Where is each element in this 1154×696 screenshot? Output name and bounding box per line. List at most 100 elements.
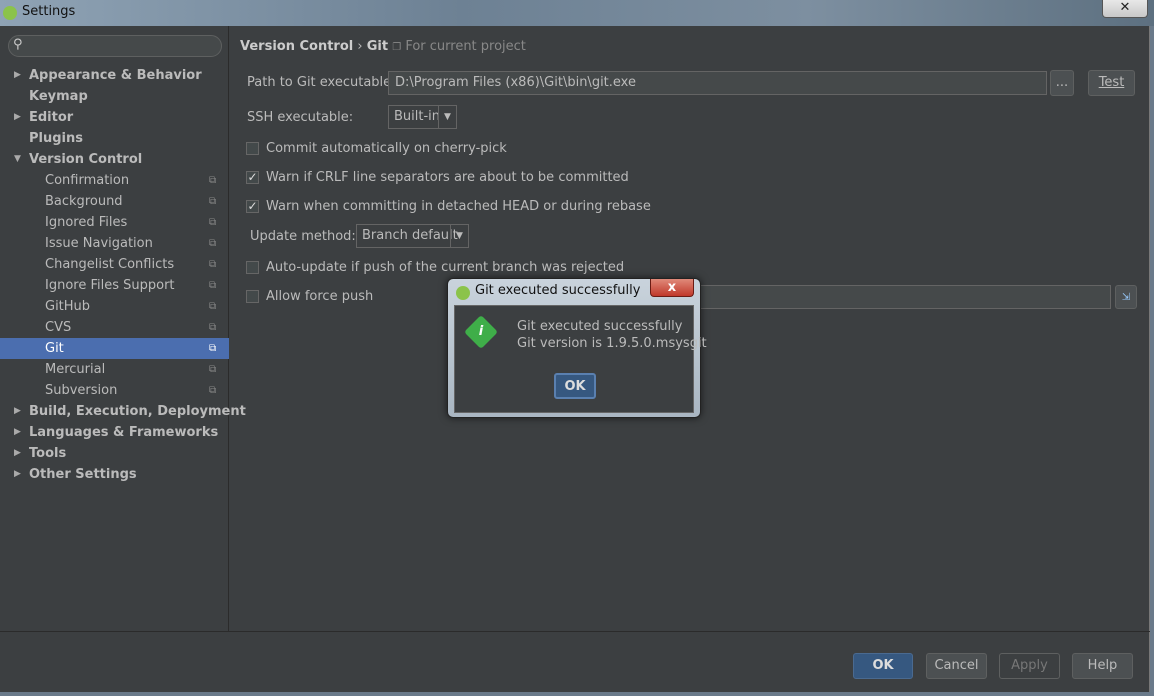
- tree-item-label: Tools: [29, 446, 67, 461]
- tree-item-other-settings[interactable]: ▶ Other Settings: [0, 464, 229, 485]
- breadcrumb-separator: ›: [357, 39, 363, 54]
- dialog-message-line2: Git version is 1.9.5.0.msysgit: [517, 336, 707, 351]
- tree-item-ignore-files-support[interactable]: Ignore Files Support ⧉: [0, 275, 229, 296]
- tree-item-label: Languages & Frameworks: [29, 425, 219, 440]
- tree-item-label: Issue Navigation: [45, 236, 153, 251]
- tree-item-label: Plugins: [29, 131, 83, 146]
- tree-item-build-execution-deployment[interactable]: ▶ Build, Execution, Deployment: [0, 401, 246, 422]
- project-scope-icon: ⧉: [209, 217, 217, 228]
- chevron-right-icon[interactable]: ▶: [14, 401, 21, 422]
- chevron-right-icon[interactable]: ▶: [14, 443, 21, 464]
- update-method-value: Branch default: [362, 228, 458, 243]
- cherry-pick-checkbox[interactable]: [246, 142, 259, 155]
- chevron-right-icon[interactable]: ▶: [14, 422, 21, 443]
- tree-item-plugins[interactable]: Plugins: [0, 128, 229, 149]
- window-titlebar: Settings ✕: [0, 0, 1154, 26]
- ssh-select[interactable]: Built-in ▼: [388, 105, 457, 129]
- tree-item-changelist-conflicts[interactable]: Changelist Conflicts ⧉: [0, 254, 229, 275]
- tree-item-label: Confirmation: [45, 173, 130, 188]
- crlf-label: Warn if CRLF line separators are about t…: [266, 170, 629, 185]
- ssh-label: SSH executable:: [247, 110, 354, 125]
- tree-item-background[interactable]: Background ⧉: [0, 191, 229, 212]
- tree-item-git[interactable]: Git ⧉: [0, 338, 229, 359]
- tree-item-cvs[interactable]: CVS ⧉: [0, 317, 229, 338]
- auto-update-label: Auto-update if push of the current branc…: [266, 260, 625, 275]
- git-success-dialog: Git executed successfully x i Git execut…: [447, 278, 707, 418]
- browse-button[interactable]: ...: [1050, 70, 1074, 96]
- tree-item-label: Mercurial: [45, 362, 106, 377]
- project-scope-icon: ⧉: [209, 343, 217, 354]
- detached-head-label: Warn when committing in detached HEAD or…: [266, 199, 651, 214]
- dialog-close-button[interactable]: x: [650, 279, 694, 297]
- tree-item-label: Version Control: [29, 152, 143, 167]
- search-icon: ⚲: [13, 37, 23, 52]
- tree-item-languages-frameworks[interactable]: ▶ Languages & Frameworks: [0, 422, 229, 443]
- chevron-right-icon[interactable]: ▶: [14, 65, 21, 86]
- update-method-label: Update method:: [250, 229, 356, 244]
- dialog-message-line1: Git executed successfully: [517, 319, 683, 334]
- tree-item-label: Changelist Conflicts: [45, 257, 175, 272]
- chevron-down-icon[interactable]: ▼: [14, 149, 21, 170]
- crlf-checkbox[interactable]: ✓: [246, 171, 259, 184]
- ok-button[interactable]: OK: [853, 653, 913, 679]
- dialog-body: i Git executed successfully Git version …: [454, 305, 707, 413]
- project-scope-icon: ⧉: [209, 175, 217, 186]
- update-method-select[interactable]: Branch default ▼: [356, 224, 469, 248]
- auto-update-checkbox[interactable]: [246, 261, 259, 274]
- window-title: Settings: [22, 4, 76, 19]
- android-studio-icon: [3, 6, 17, 20]
- chevron-right-icon[interactable]: ▶: [14, 107, 21, 128]
- breadcrumb-scope: For current project: [405, 39, 526, 54]
- info-icon: i: [464, 315, 498, 349]
- cherry-pick-label: Commit automatically on cherry-pick: [266, 141, 507, 156]
- tree-item-label: Editor: [29, 110, 74, 125]
- tree-item-tools[interactable]: ▶ Tools: [0, 443, 229, 464]
- tree-item-github[interactable]: GitHub ⧉: [0, 296, 229, 317]
- tree-item-label: CVS: [45, 320, 72, 335]
- tree-item-subversion[interactable]: Subversion ⧉: [0, 380, 229, 401]
- tree-item-issue-navigation[interactable]: Issue Navigation ⧉: [0, 233, 229, 254]
- dialog-ok-button[interactable]: OK: [554, 373, 596, 399]
- tree-item-ignored-files[interactable]: Ignored Files ⧉: [0, 212, 229, 233]
- chevron-down-icon: ▼: [438, 106, 456, 128]
- window-close-button[interactable]: ✕: [1102, 0, 1148, 18]
- ssh-value: Built-in: [394, 109, 441, 124]
- tree-item-label: Ignore Files Support: [45, 278, 175, 293]
- chevron-down-icon: ▼: [450, 225, 468, 247]
- breadcrumb-parent: Version Control: [240, 39, 354, 54]
- tree-item-editor[interactable]: ▶ Editor: [0, 107, 229, 128]
- tree-item-label: Background: [45, 194, 123, 209]
- expand-field-button[interactable]: ⇲: [1115, 285, 1137, 309]
- protected-branches-input[interactable]: [700, 285, 1111, 309]
- cancel-button[interactable]: Cancel: [926, 653, 987, 679]
- tree-item-label: Other Settings: [29, 467, 137, 482]
- tree-item-confirmation[interactable]: Confirmation ⧉: [0, 170, 229, 191]
- git-path-input[interactable]: D:\Program Files (x86)\Git\bin\git.exe: [388, 71, 1047, 95]
- project-scope-icon: ⧉: [209, 280, 217, 291]
- apply-button[interactable]: Apply: [999, 653, 1060, 679]
- breadcrumb: Version Control › Git ❐ For current proj…: [240, 39, 526, 54]
- settings-tree: ▶ Appearance & Behavior Keymap ▶ Editor Plugi…: [0, 65, 246, 485]
- dialog-footer: OK Cancel Apply Help: [0, 631, 1150, 692]
- project-scope-icon: ⧉: [209, 238, 217, 249]
- tree-item-version-control[interactable]: ▼ Version Control: [0, 149, 229, 170]
- android-studio-icon: [456, 286, 470, 300]
- tree-item-label: Ignored Files: [45, 215, 128, 230]
- breadcrumb-current: Git: [366, 39, 389, 54]
- tree-item-appearance-behavior[interactable]: ▶ Appearance & Behavior: [0, 65, 229, 86]
- dialog-title: Git executed successfully: [475, 283, 641, 298]
- force-push-checkbox[interactable]: [246, 290, 259, 303]
- tree-item-keymap[interactable]: Keymap: [0, 86, 229, 107]
- search-input[interactable]: ⚲: [8, 35, 222, 57]
- tree-item-label: Build, Execution, Deployment: [29, 404, 246, 419]
- path-label: Path to Git executable:: [247, 75, 396, 90]
- chevron-right-icon[interactable]: ▶: [14, 464, 21, 485]
- settings-sidebar: ⚲ ▶ Appearance & Behavior Keymap ▶ Editor Plu…: [0, 26, 246, 631]
- test-button[interactable]: Test: [1088, 70, 1135, 96]
- detached-head-checkbox[interactable]: ✓: [246, 200, 259, 213]
- project-scope-icon: ⧉: [209, 385, 217, 396]
- tree-item-mercurial[interactable]: Mercurial ⧉: [0, 359, 229, 380]
- help-button[interactable]: Help: [1072, 653, 1133, 679]
- tree-item-label: Appearance & Behavior: [29, 68, 202, 83]
- project-scope-icon: ⧉: [209, 364, 217, 375]
